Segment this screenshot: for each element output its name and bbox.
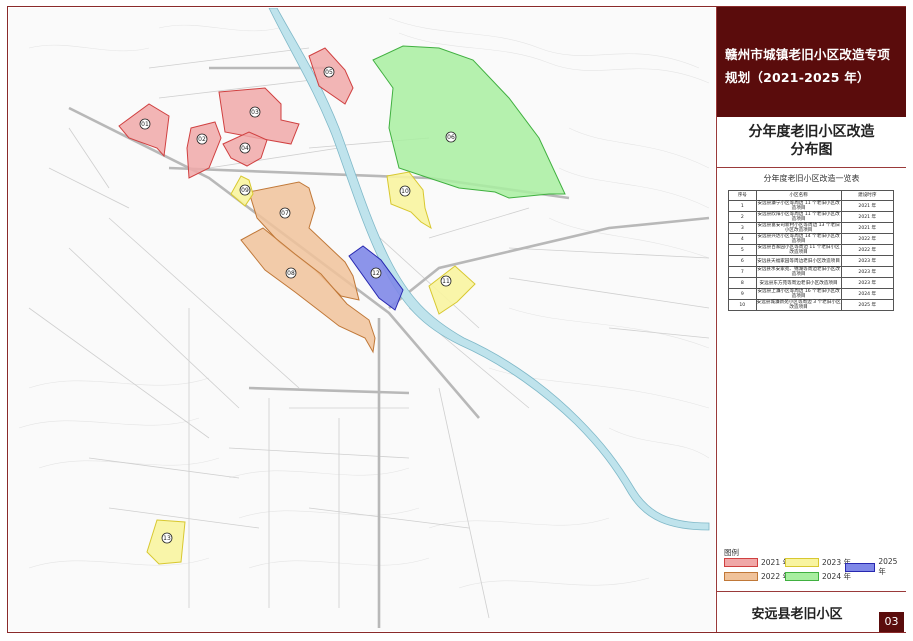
zone-09-label: 09 xyxy=(241,187,249,194)
table-cell-year: 2021 年 xyxy=(840,211,895,223)
side-panel: 赣州市城镇老旧小区改造专项规划（2021-2025 年） 分年度老旧小区改造 分… xyxy=(716,7,906,632)
divider xyxy=(717,167,906,168)
table-row: 9 安远县上濂小区等周边 16 个老旧小区改造项目 2024 年 xyxy=(728,288,895,300)
title-block: 赣州市城镇老旧小区改造专项规划（2021-2025 年） xyxy=(717,7,906,117)
zone-03-label: 03 xyxy=(251,109,259,116)
zone-03[interactable] xyxy=(218,87,300,145)
table-cell-name: 安远县兴达小区等周边 14 个老旧小区改造项目 xyxy=(755,233,842,245)
map-subtitle: 分年度老旧小区改造 分布图 xyxy=(717,123,906,159)
table-row: 6 安远县天福家园等周边老旧小区改造项目 2023 年 xyxy=(728,255,895,267)
table-cell-year: 2023 年 xyxy=(840,255,895,267)
column-header: 建设时序 xyxy=(840,190,895,201)
table-cell-no: 4 xyxy=(728,233,757,245)
zone-10[interactable] xyxy=(386,171,432,230)
zone-11-label: 11 xyxy=(442,278,450,285)
legend-swatch xyxy=(785,572,819,581)
table-row: 10 安远县城濂新苑小区等周边 3 个老旧小区改造项目 2025 年 xyxy=(728,299,895,311)
table-header-row: 序号 小区名称 建设时序 xyxy=(728,190,895,201)
legend-item-2023: 2023 年 xyxy=(785,557,851,568)
zone-10-label: 10 xyxy=(401,188,409,195)
footer-label: 安远县老旧小区 xyxy=(751,607,843,622)
table-title: 分年度老旧小区改造一览表 xyxy=(763,174,860,183)
table-cell-no: 8 xyxy=(728,277,757,289)
table-row: 2 安远县欣阳小区等周边 11 个老旧小区改造项目 2021 年 xyxy=(728,211,895,223)
plan-title: 赣州市城镇老旧小区改造专项规划（2021-2025 年） xyxy=(725,47,891,85)
table-row: 5 安远县百家园小区等周边 11 个老旧小区改造项目 2022 年 xyxy=(728,244,895,256)
table-cell-year: 2021 年 xyxy=(840,222,895,234)
table-row: 8 安远县东方苑等周边老旧小区改造项目 2023 年 xyxy=(728,277,895,289)
zone-13-label: 13 xyxy=(163,535,171,542)
table-cell-name: 安远县天福家园等周边老旧小区改造项目 xyxy=(755,255,842,267)
table-cell-name: 安远县欣阳小区等周边 11 个老旧小区改造项目 xyxy=(755,211,842,223)
legend-swatch xyxy=(785,558,819,567)
table-row: 7 安远县水安家苑、锦湖等周边老旧小区改造项目 2023 年 xyxy=(728,266,895,278)
table-cell-name: 安远县百家园小区等周边 11 个老旧小区改造项目 xyxy=(755,244,842,256)
legend-item-2021: 2021 年 xyxy=(724,557,790,568)
legend-label: 2025 年 xyxy=(878,557,898,576)
zone-05-label: 05 xyxy=(325,69,333,76)
table-cell-name: 安远县东方苑等周边老旧小区改造项目 xyxy=(755,277,842,289)
column-header: 小区名称 xyxy=(755,190,842,201)
legend-item-2024: 2024 年 xyxy=(785,571,851,582)
map-area[interactable]: 01 02 03 04 05 06 07 08 09 10 11 12 13 xyxy=(9,8,715,631)
legend-item-2025: 2025 年 xyxy=(845,557,904,577)
table-cell-year: 2022 年 xyxy=(840,233,895,245)
table-cell-name: 安远县城濂新苑小区等周边 3 个老旧小区改造项目 xyxy=(755,299,842,311)
table-cell-name: 安远县上濂小区等周边 16 个老旧小区改造项目 xyxy=(755,288,842,300)
table-cell-no: 5 xyxy=(728,244,757,256)
table-cell-no: 9 xyxy=(728,288,757,300)
legend-swatch xyxy=(724,558,758,567)
table-cell-no: 10 xyxy=(728,299,757,311)
table-cell-year: 2023 年 xyxy=(840,266,895,278)
table-cell-no: 7 xyxy=(728,266,757,278)
table-cell-year: 2023 年 xyxy=(840,277,895,289)
map-canvas: 01 02 03 04 05 06 07 08 09 10 11 12 13 xyxy=(18,8,710,628)
zone-07-label: 07 xyxy=(281,210,289,217)
table-cell-name: 安远县富安司新村小区等周边 13 个老旧小区改造项目 xyxy=(755,222,842,234)
zone-01-label: 01 xyxy=(141,121,149,128)
zone-12-label: 12 xyxy=(372,270,380,277)
legend-swatch xyxy=(724,572,758,581)
map-subtitle-line1: 分年度老旧小区改造 xyxy=(748,124,875,140)
zone-06-label: 06 xyxy=(447,134,455,141)
terrain-contours xyxy=(18,17,710,589)
map-subtitle-line2: 分布图 xyxy=(790,142,833,158)
zone-11[interactable] xyxy=(428,265,476,315)
page-number: 03 xyxy=(879,612,904,632)
zone-02-label: 02 xyxy=(198,136,206,143)
table-row: 3 安远县富安司新村小区等周边 13 个老旧小区改造项目 2021 年 xyxy=(728,222,895,234)
table-cell-name: 安远县濂宁小区等周边 11 个老旧小区改造项目 xyxy=(755,200,842,212)
zone-08-label: 08 xyxy=(287,270,295,277)
table-cell-no: 1 xyxy=(728,200,757,212)
table-cell-year: 2025 年 xyxy=(840,299,895,311)
table-row: 1 安远县濂宁小区等周边 11 个老旧小区改造项目 2021 年 xyxy=(728,200,895,212)
project-table: 序号 小区名称 建设时序 1 安远县濂宁小区等周边 11 个老旧小区改造项目 202… xyxy=(728,190,895,311)
legend: 2021 年 2023 年 2025 年 2022 年 2024 年 xyxy=(724,557,904,587)
table-cell-year: 2021 年 xyxy=(840,200,895,212)
zone-04-label: 04 xyxy=(241,145,249,152)
legend-label: 2024 年 xyxy=(822,572,851,581)
column-header: 序号 xyxy=(728,190,757,201)
zone-01[interactable] xyxy=(118,103,170,158)
table-cell-name: 安远县水安家苑、锦湖等周边老旧小区改造项目 xyxy=(755,266,842,278)
legend-item-2022: 2022 年 xyxy=(724,571,790,582)
table-row: 4 安远县兴达小区等周边 14 个老旧小区改造项目 2022 年 xyxy=(728,233,895,245)
table-cell-no: 2 xyxy=(728,211,757,223)
divider xyxy=(717,591,906,592)
table-cell-year: 2024 年 xyxy=(840,288,895,300)
table-cell-year: 2022 年 xyxy=(840,244,895,256)
table-cell-no: 6 xyxy=(728,255,757,267)
table-cell-no: 3 xyxy=(728,222,757,234)
